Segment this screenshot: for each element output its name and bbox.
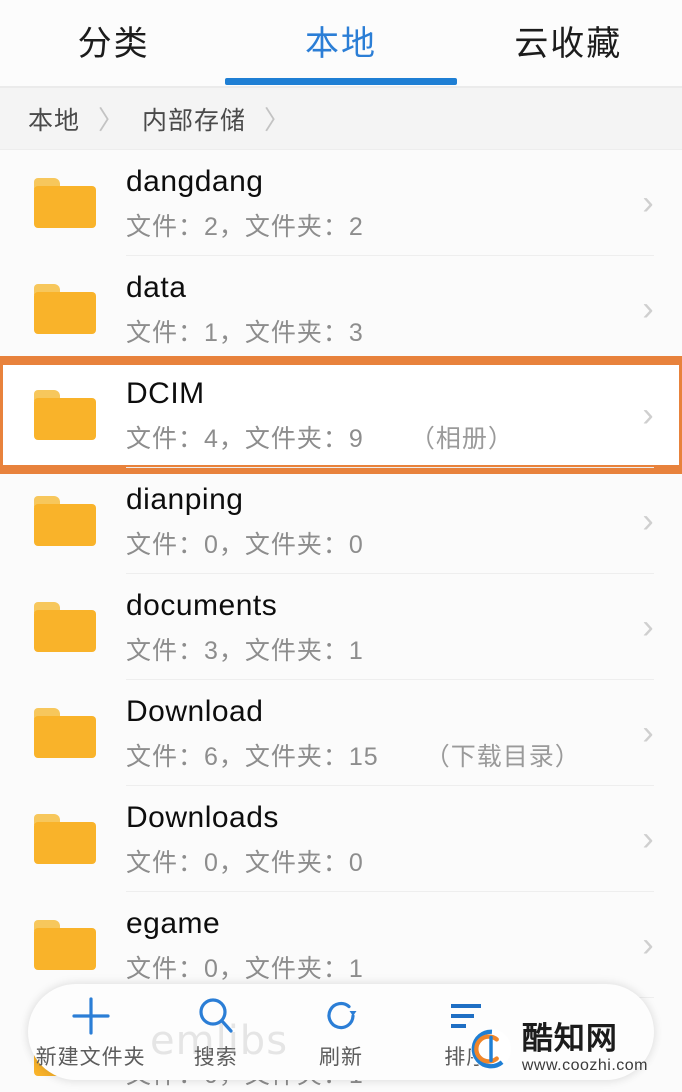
list-item-counts: 文件：0，文件夹：0	[126, 849, 364, 878]
chevron-right-icon[interactable]: ›	[622, 292, 674, 326]
list-item[interactable]: Download 文件：6，文件夹：15 （下载目录） ›	[0, 680, 682, 786]
list-item-name: egame	[126, 906, 221, 940]
list-item-counts: 文件：0，文件夹：0	[126, 531, 364, 560]
folder-icon	[34, 178, 96, 228]
sort-button[interactable]: 排序	[404, 984, 529, 1080]
list-item[interactable]: Downloads 文件：0，文件夹：0 ›	[0, 786, 682, 892]
tab-local[interactable]: 本地	[224, 16, 457, 85]
list-item-texts: Download 文件：6，文件夹：15 （下载目录）	[126, 693, 622, 774]
folder-icon	[34, 602, 96, 652]
sort-icon	[444, 993, 488, 1039]
chevron-right-icon[interactable]: ›	[622, 398, 674, 432]
list-item-note: （下载目录）	[424, 743, 581, 772]
folder-icon	[34, 708, 96, 758]
list-item-texts: dangdang 文件：2，文件夹：2	[126, 163, 622, 244]
refresh-label: 刷新	[319, 1046, 363, 1069]
toolbar-watermark-slot	[529, 984, 654, 1080]
breadcrumb-item-current[interactable]: 内部存储	[142, 101, 246, 137]
list-item-name: dangdang	[126, 164, 264, 198]
active-tab-underline	[224, 77, 457, 85]
new-folder-button[interactable]: 新建文件夹	[28, 984, 153, 1080]
plus-icon	[69, 993, 113, 1039]
list-item-name: DCIM	[126, 376, 205, 410]
list-item-meta: 文件：6，文件夹：15 （下载目录）	[126, 737, 622, 773]
refresh-button[interactable]: 刷新	[278, 984, 403, 1080]
list-item[interactable]: dianping 文件：0，文件夹：0 ›	[0, 468, 682, 574]
list-item-texts: data 文件：1，文件夹：3	[126, 269, 622, 350]
list-item-texts: dianping 文件：0，文件夹：0	[126, 481, 622, 562]
list-item-meta: 文件：4，文件夹：9 （相册）	[126, 419, 622, 455]
list-item-meta: 文件：1，文件夹：3	[126, 313, 622, 349]
list-item[interactable]: documents 文件：3，文件夹：1 ›	[0, 574, 682, 680]
chevron-right-icon: 〉	[98, 105, 125, 135]
list-item-name: dianping	[126, 482, 244, 516]
chevron-right-icon[interactable]: ›	[622, 610, 674, 644]
list-item[interactable]: dangdang 文件：2，文件夹：2 ›	[0, 150, 682, 256]
chevron-right-icon[interactable]: ›	[622, 504, 674, 538]
list-item-name: Download	[126, 694, 264, 728]
folder-icon	[34, 496, 96, 546]
list-item-texts: Downloads 文件：0，文件夹：0	[126, 799, 622, 880]
folder-icon	[34, 390, 96, 440]
list-item-counts: 文件：0，文件夹：1	[126, 955, 364, 984]
breadcrumb-item-root[interactable]: 本地	[28, 101, 80, 137]
folder-icon	[34, 284, 96, 334]
breadcrumb: 本地 〉 内部存储 〉	[0, 88, 682, 150]
list-item-note: （相册）	[409, 425, 514, 454]
list-item-counts: 文件：4，文件夹：9	[126, 425, 364, 454]
chevron-right-icon[interactable]: ›	[622, 822, 674, 856]
refresh-icon	[319, 993, 363, 1039]
chevron-right-icon[interactable]: ›	[622, 928, 674, 962]
tab-category-label: 分类	[77, 24, 150, 63]
folder-icon	[34, 920, 96, 970]
list-item-texts: documents 文件：3，文件夹：1	[126, 587, 622, 668]
sort-label: 排序	[444, 1046, 489, 1069]
list-item-meta: 文件：3，文件夹：1	[126, 631, 622, 667]
chevron-right-icon[interactable]: ›	[622, 716, 674, 750]
list-item-texts: DCIM 文件：4，文件夹：9 （相册）	[126, 375, 622, 456]
list-item-texts: egame 文件：0，文件夹：1	[126, 905, 622, 986]
list-item-meta: 文件：2，文件夹：2	[126, 207, 622, 243]
list-item[interactable]: egame 文件：0，文件夹：1 ›	[0, 892, 682, 998]
list-item-counts: 文件：3，文件夹：1	[126, 637, 364, 666]
tab-cloud-favorites-label: 云收藏	[514, 24, 623, 63]
file-manager-screen: 分类 本地 云收藏 本地 〉 内部存储 〉 dangdang 文件：2，文件夹：…	[0, 0, 682, 1092]
list-item-meta: 文件：0，文件夹：0	[126, 525, 622, 561]
search-label: 搜索	[193, 1046, 238, 1069]
list-item-meta: 文件：0，文件夹：1	[126, 949, 622, 985]
list-item-counts: 文件：1，文件夹：3	[126, 319, 364, 348]
list-item-meta: 文件：0，文件夹：0	[126, 843, 622, 879]
search-icon	[194, 993, 238, 1039]
chevron-right-icon[interactable]: ›	[622, 186, 674, 220]
list-item-dcim-highlighted[interactable]: DCIM 文件：4，文件夹：9 （相册） ›	[0, 356, 682, 474]
tab-cloud-favorites[interactable]: 云收藏	[455, 16, 682, 71]
list-item-name: data	[126, 270, 187, 304]
list-item-counts: 文件：2，文件夹：2	[126, 213, 364, 242]
row-divider	[126, 467, 654, 468]
folder-icon	[34, 814, 96, 864]
bottom-toolbar: 新建文件夹 搜索 刷新 排序	[28, 984, 654, 1080]
file-list: dangdang 文件：2，文件夹：2 › data 文件：1，文件夹：3 ›	[0, 150, 682, 1092]
tab-category[interactable]: 分类	[0, 16, 227, 71]
tab-local-label: 本地	[304, 24, 377, 63]
new-folder-label: 新建文件夹	[35, 1046, 146, 1069]
list-item-name: documents	[126, 588, 278, 622]
chevron-right-icon: 〉	[264, 105, 291, 135]
list-item[interactable]: data 文件：1，文件夹：3 ›	[0, 256, 682, 362]
search-button[interactable]: 搜索	[153, 984, 278, 1080]
top-tab-bar: 分类 本地 云收藏	[0, 0, 682, 88]
list-item-name: Downloads	[126, 800, 279, 834]
list-item-counts: 文件：6，文件夹：15	[126, 743, 379, 772]
